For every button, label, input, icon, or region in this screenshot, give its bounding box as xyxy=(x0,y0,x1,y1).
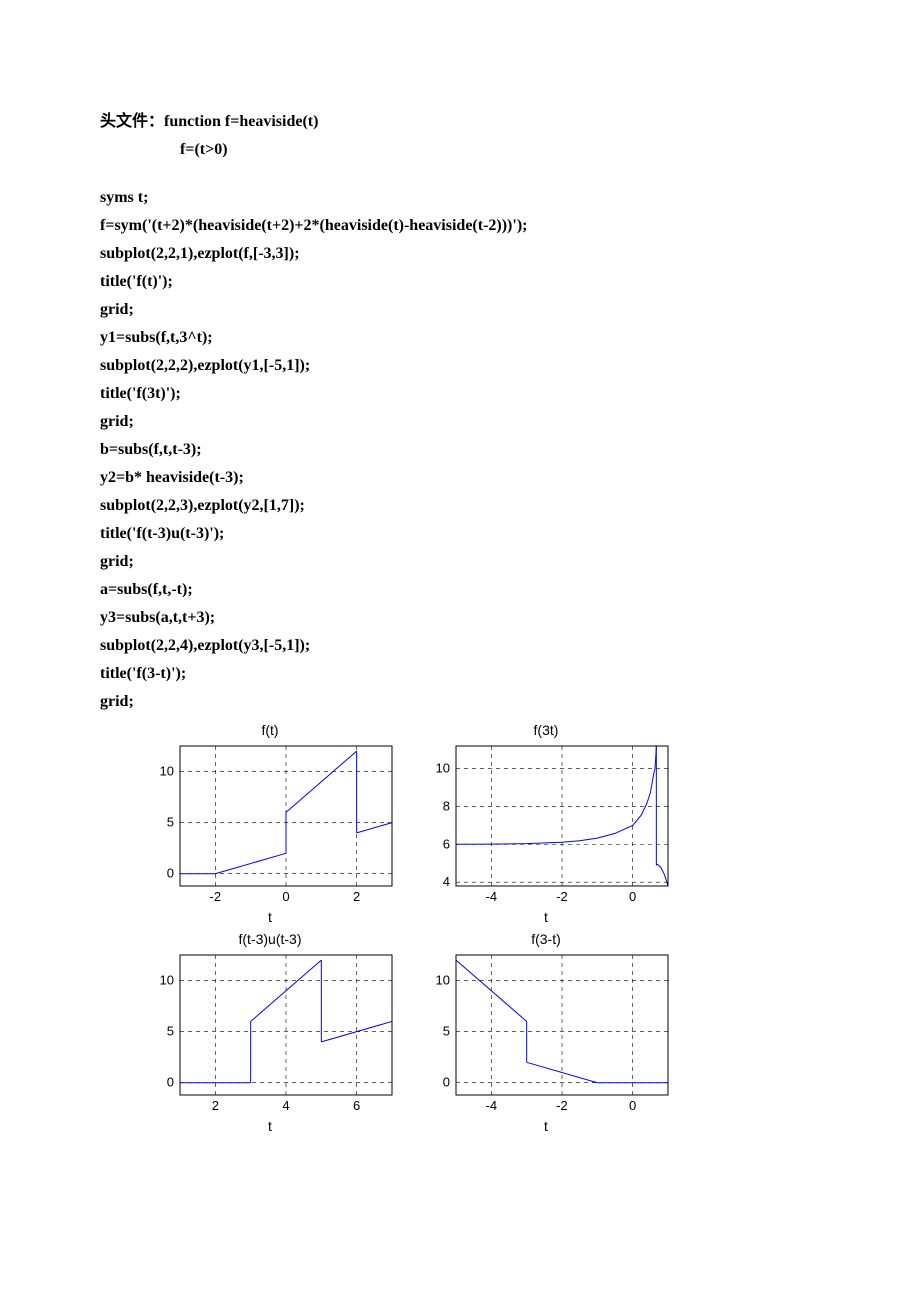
code-line: subplot(2,2,1),ezplot(f,[-3,3]); xyxy=(100,242,820,266)
chart-xlabel: t xyxy=(416,909,676,925)
svg-text:0: 0 xyxy=(629,889,636,904)
code-line: syms t; xyxy=(100,186,820,210)
code-line: y1=subs(f,t,3^t); xyxy=(100,326,820,350)
svg-text:5: 5 xyxy=(443,1024,450,1039)
header-line-1: 头文件：function f=heaviside(t) xyxy=(100,110,820,134)
chart-xlabel: t xyxy=(416,1118,676,1134)
svg-text:5: 5 xyxy=(167,815,174,830)
subplot: f(3-t) -4 -2 0 0 5 10 t xyxy=(416,931,676,1134)
code-block: syms t; f=sym('(t+2)*(heaviside(t+2)+2*(h… xyxy=(100,186,820,714)
chart-title: f(t-3)u(t-3) xyxy=(140,931,400,947)
chart-title: f(3t) xyxy=(416,722,676,738)
svg-text:0: 0 xyxy=(282,889,289,904)
code-line: grid; xyxy=(100,690,820,714)
code-line: grid; xyxy=(100,410,820,434)
svg-text:4: 4 xyxy=(282,1098,289,1113)
svg-text:10: 10 xyxy=(160,973,174,988)
subplot: f(3t) -4 -2 0 4 6 8 10 t xyxy=(416,722,676,925)
code-line: f=sym('(t+2)*(heaviside(t+2)+2*(heavisid… xyxy=(100,214,820,238)
chart-xlabel: t xyxy=(140,1118,400,1134)
chart-svg: -4 -2 0 0 5 10 xyxy=(416,949,676,1117)
chart-svg: -2 0 2 0 5 10 xyxy=(140,740,400,908)
chart-xlabel: t xyxy=(140,909,400,925)
code-line: y3=subs(a,t,t+3); xyxy=(100,606,820,630)
code-line: b=subs(f,t,t-3); xyxy=(100,438,820,462)
svg-text:5: 5 xyxy=(167,1024,174,1039)
code-line: a=subs(f,t,-t); xyxy=(100,578,820,602)
code-line: subplot(2,2,4),ezplot(y3,[-5,1]); xyxy=(100,634,820,658)
svg-text:6: 6 xyxy=(443,836,450,851)
figure-container: f(t)-2020510tf(3t)-4-2046810tf(t-3)u(t-3… xyxy=(100,722,820,1134)
header-block: 头文件：function f=heaviside(t) f=(t>0) xyxy=(100,110,820,162)
svg-text:2: 2 xyxy=(353,889,360,904)
chart-svg: -4 -2 0 4 6 8 10 xyxy=(416,740,676,908)
svg-text:4: 4 xyxy=(443,874,450,889)
code-line: title('f(t)'); xyxy=(100,270,820,294)
svg-text:-2: -2 xyxy=(210,889,222,904)
code-line: title('f(t-3)u(t-3)'); xyxy=(100,522,820,546)
svg-text:10: 10 xyxy=(436,761,450,776)
svg-text:0: 0 xyxy=(167,1075,174,1090)
code-line: subplot(2,2,3),ezplot(y2,[1,7]); xyxy=(100,494,820,518)
svg-text:6: 6 xyxy=(353,1098,360,1113)
svg-text:-4: -4 xyxy=(486,1098,498,1113)
chart-svg: 2 4 6 0 5 10 xyxy=(140,949,400,1117)
code-line: title('f(3-t)'); xyxy=(100,662,820,686)
subplot: f(t) -2 0 2 0 5 10 t xyxy=(140,722,400,925)
svg-text:0: 0 xyxy=(443,1075,450,1090)
svg-text:10: 10 xyxy=(160,764,174,779)
svg-text:0: 0 xyxy=(167,866,174,881)
page: 头文件：function f=heaviside(t) f=(t>0) syms… xyxy=(0,0,920,1194)
subplot-grid: f(t)-2020510tf(3t)-4-2046810tf(t-3)u(t-3… xyxy=(140,722,820,1134)
header-line-2: f=(t>0) xyxy=(100,138,820,162)
svg-text:-2: -2 xyxy=(556,889,568,904)
svg-text:-4: -4 xyxy=(486,889,498,904)
code-line: title('f(3t)'); xyxy=(100,382,820,406)
svg-text:-2: -2 xyxy=(556,1098,568,1113)
code-line: grid; xyxy=(100,298,820,322)
chart-title: f(t) xyxy=(140,722,400,738)
svg-text:2: 2 xyxy=(212,1098,219,1113)
svg-text:8: 8 xyxy=(443,799,450,814)
code-line: grid; xyxy=(100,550,820,574)
svg-text:0: 0 xyxy=(629,1098,636,1113)
chart-title: f(3-t) xyxy=(416,931,676,947)
svg-text:10: 10 xyxy=(436,973,450,988)
code-line: y2=b* heaviside(t-3); xyxy=(100,466,820,490)
subplot: f(t-3)u(t-3) 2 4 6 0 5 10 t xyxy=(140,931,400,1134)
code-line: subplot(2,2,2),ezplot(y1,[-5,1]); xyxy=(100,354,820,378)
